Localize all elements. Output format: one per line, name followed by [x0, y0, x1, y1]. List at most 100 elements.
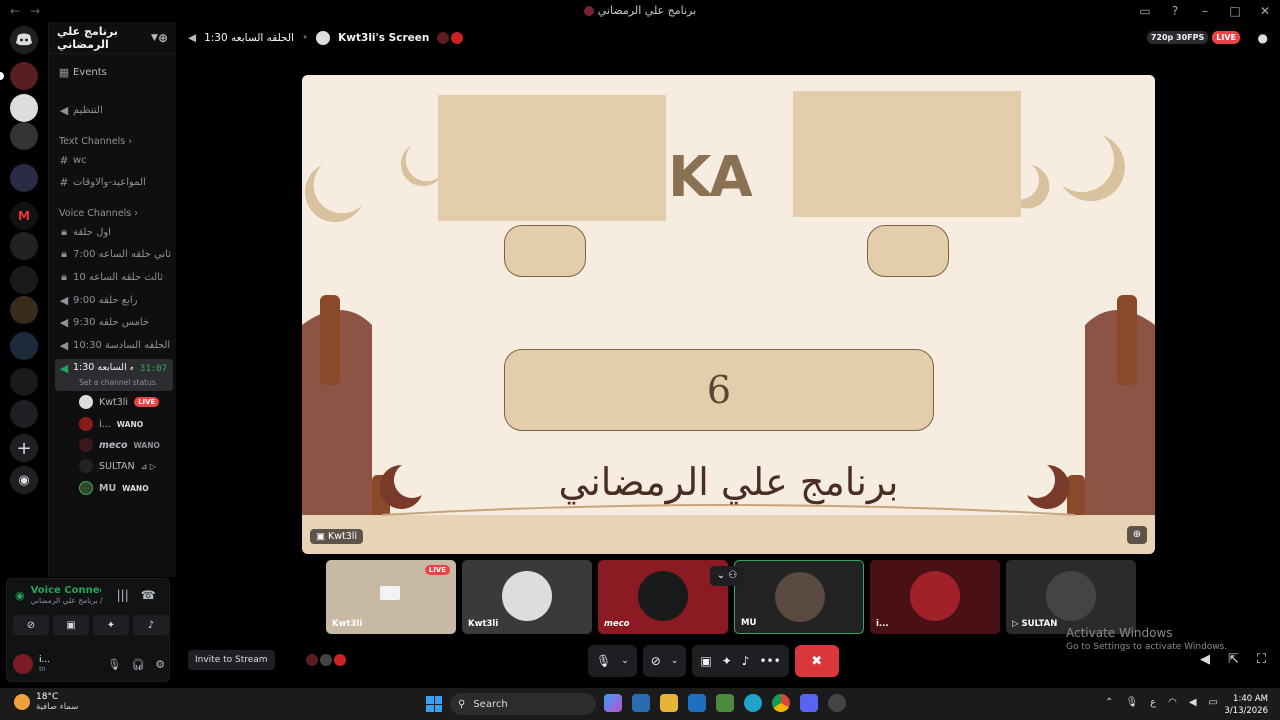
channel-item[interactable]: # المواعيد-والاوقات: [55, 172, 173, 192]
screen-share-icon[interactable]: ▣: [700, 654, 711, 668]
microphone-icon[interactable]: 🎙︎: [107, 658, 121, 671]
edge-icon[interactable]: [744, 694, 762, 712]
leave-call-button[interactable]: ✖: [794, 645, 839, 677]
server-icon[interactable]: [10, 368, 38, 396]
viewer-avatars[interactable]: [437, 32, 464, 44]
headphones-icon[interactable]: 🎧︎: [131, 658, 145, 671]
soundboard-button[interactable]: ♪: [133, 615, 169, 635]
noise-suppression-icon[interactable]: |||: [117, 588, 129, 602]
channel-item[interactable]: ◀ رابع حلقه 9:00: [55, 290, 173, 310]
channel-item[interactable]: 🔒︎ ثاني حلقه الساعه 7:00: [55, 244, 173, 264]
volume-icon[interactable]: ◀: [1189, 697, 1197, 708]
maximize-button[interactable]: □: [1220, 4, 1250, 18]
discover-icon[interactable]: ◉: [10, 466, 38, 494]
volume-icon[interactable]: ◀: [1200, 652, 1210, 667]
disconnect-icon[interactable]: ☎: [141, 588, 156, 602]
taskbar-search[interactable]: ⚲ Search: [450, 693, 596, 715]
chevron-down-icon[interactable]: ⌄: [621, 656, 629, 666]
server-header[interactable]: برنامج علي الرمضاني ▼ ⊕: [49, 22, 176, 54]
channel-status-input[interactable]: Set a channel status: [79, 378, 156, 387]
security-icon[interactable]: [632, 694, 650, 712]
server-icon[interactable]: [10, 62, 38, 90]
settings-icon[interactable]: ⚙: [155, 658, 165, 671]
activities-button[interactable]: ✦: [93, 615, 129, 635]
participant-tile[interactable]: ▷ SULTAN: [1006, 560, 1136, 634]
show-title: برنامج علي الرمضاني: [558, 460, 899, 504]
more-icon[interactable]: •••: [759, 654, 780, 668]
quality-badge: 720p 30FPS: [1146, 31, 1209, 44]
discord-icon[interactable]: [800, 694, 818, 712]
clock[interactable]: 1:40 AM 3/13/2026: [1224, 693, 1268, 717]
collapse-strip-button[interactable]: ⌄ ⚇: [710, 566, 744, 586]
file-explorer-icon[interactable]: [660, 694, 678, 712]
channel-item[interactable]: 🔒︎ اول حلقة: [55, 222, 173, 242]
battery-icon[interactable]: ▭: [1209, 697, 1218, 708]
voice-member[interactable]: meco WANO: [79, 435, 160, 455]
channel-item[interactable]: # wc: [55, 150, 173, 170]
category-header[interactable]: Voice Channels ›: [59, 208, 138, 219]
store-icon[interactable]: [688, 694, 706, 712]
participant-tile[interactable]: LIVE Kwt3li: [326, 560, 456, 634]
channel-item[interactable]: ◀ الحلقه السادسة 10:30: [55, 335, 173, 355]
settings-icon[interactable]: [828, 694, 846, 712]
chevron-up-icon[interactable]: ⌃: [1105, 697, 1113, 708]
participant-tile[interactable]: meco: [598, 560, 728, 634]
server-icon[interactable]: [10, 266, 38, 294]
fullscreen-icon[interactable]: ⛶: [1257, 652, 1266, 667]
add-member-icon[interactable]: ⊕: [158, 31, 168, 45]
server-icon[interactable]: [10, 232, 38, 260]
start-icon[interactable]: [426, 696, 442, 712]
server-icon[interactable]: [10, 122, 38, 150]
voice-member[interactable]: SULTAN ⊿ ▷: [79, 456, 156, 476]
server-icon[interactable]: [10, 94, 38, 122]
participant-tile[interactable]: i...: [870, 560, 1000, 634]
screen-share-button[interactable]: ▣: [53, 615, 89, 635]
stream-view[interactable]: KA 6 برنامج علي الرمضاني ▣ Kwt3li ⊕: [302, 75, 1155, 554]
voice-member[interactable]: i... WANO: [79, 414, 143, 434]
activate-windows-watermark: Activate Windows Go to Settings to activ…: [1066, 626, 1228, 652]
popout-icon[interactable]: ⇱: [1228, 652, 1239, 667]
soundboard-icon[interactable]: ♪: [742, 654, 750, 668]
chrome-icon[interactable]: [772, 694, 790, 712]
discord-home-icon[interactable]: [10, 26, 38, 54]
events-item[interactable]: ▦ Events: [55, 62, 173, 82]
chevron-down-icon[interactable]: ⌄: [671, 656, 679, 666]
add-server-icon[interactable]: +: [10, 434, 38, 462]
server-icon[interactable]: [10, 332, 38, 360]
microphone-icon[interactable]: 🎙︎: [596, 654, 611, 668]
invite-to-stream-button[interactable]: Invite to Stream: [188, 650, 275, 670]
close-button[interactable]: ✕: [1250, 4, 1280, 18]
chevron-down-icon: ▼: [151, 32, 158, 43]
camera-control[interactable]: ⊘ ⌄: [642, 645, 687, 677]
camera-off-icon[interactable]: ⊘: [651, 654, 661, 668]
microphone-icon[interactable]: 🎙︎: [1125, 697, 1138, 708]
voice-member[interactable]: MU WANO: [79, 478, 149, 498]
wifi-icon[interactable]: ◠: [1168, 697, 1177, 708]
category-header[interactable]: Text Channels ›: [59, 136, 132, 147]
active-voice-channel[interactable]: ◀ الحلقه السابعه 1:30 31:07 Set a channe…: [55, 359, 173, 391]
server-icon[interactable]: [10, 296, 38, 324]
weather-widget[interactable]: 18°C سماء صافية: [14, 692, 78, 712]
microphone-control[interactable]: 🎙︎ ⌄: [588, 645, 637, 677]
minimize-button[interactable]: –: [1190, 4, 1220, 18]
activities-icon[interactable]: ✦: [722, 654, 732, 668]
voice-member[interactable]: Kwt3li LIVE: [79, 392, 160, 412]
viewer-avatars[interactable]: [306, 654, 346, 666]
channel-item[interactable]: ◀ خامس حلقه 9:30: [55, 312, 173, 332]
copilot-icon[interactable]: [604, 694, 622, 712]
camera-off-button[interactable]: ⊘: [13, 615, 49, 635]
help-icon[interactable]: ?: [1160, 4, 1190, 18]
server-icon[interactable]: M: [10, 202, 38, 230]
participant-tile[interactable]: Kwt3li: [462, 560, 592, 634]
zoom-icon[interactable]: ⊕: [1127, 526, 1147, 544]
participant-tile[interactable]: MU: [734, 560, 864, 634]
channel-item[interactable]: 🔒︎ ثالث حلقه الساعه 10: [55, 267, 173, 287]
minecraft-icon[interactable]: [716, 694, 734, 712]
chat-icon[interactable]: ●: [1258, 31, 1268, 45]
inbox-icon[interactable]: ▭: [1130, 4, 1160, 18]
language-indicator[interactable]: ع: [1150, 697, 1156, 708]
server-icon[interactable]: [10, 400, 38, 428]
channel-item[interactable]: ◀ التنظيم: [55, 100, 173, 120]
server-icon[interactable]: [10, 164, 38, 192]
avatar[interactable]: [13, 654, 33, 674]
